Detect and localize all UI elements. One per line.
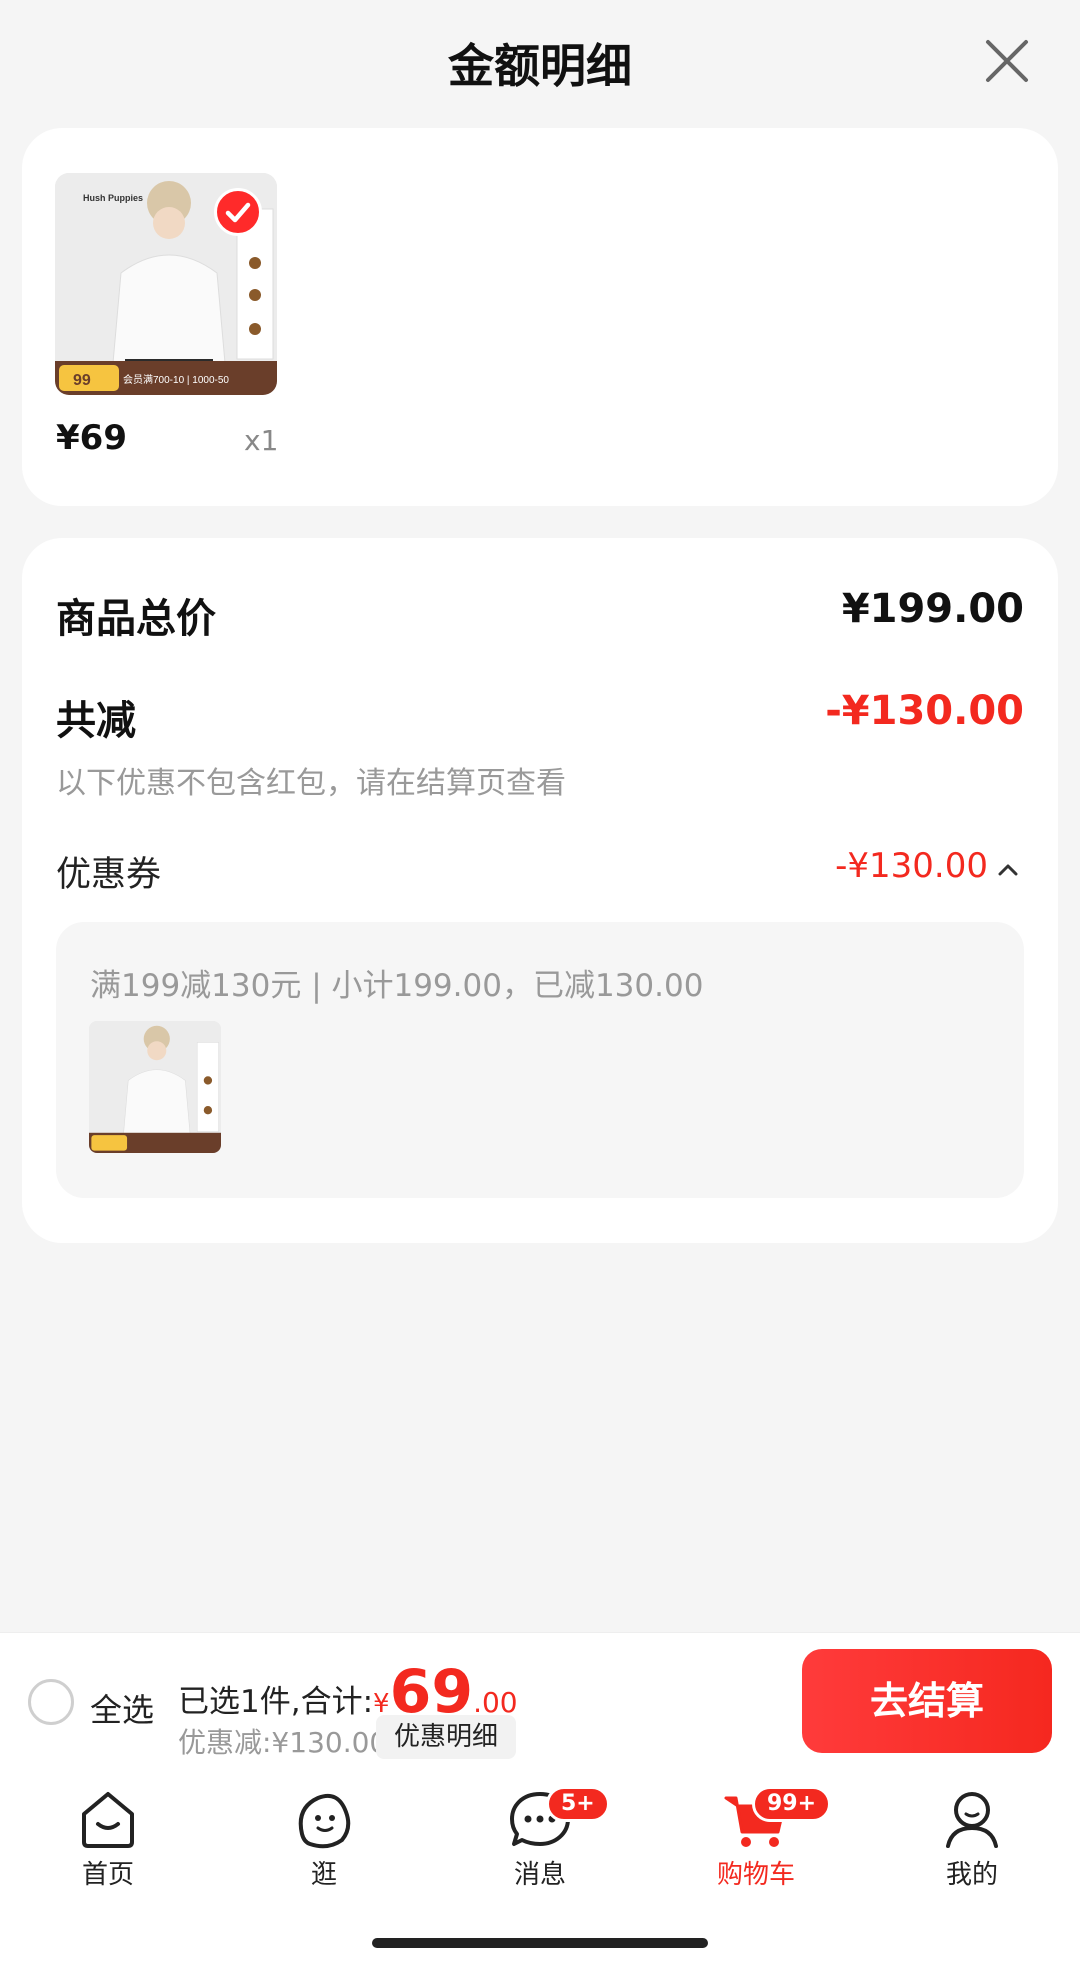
select-all-label[interactable]: 全选 bbox=[90, 1685, 154, 1731]
discount-detail-button[interactable]: 优惠明细 bbox=[376, 1715, 516, 1759]
badge-price: 99 bbox=[73, 372, 91, 389]
total-price-label: 商品总价 bbox=[56, 596, 216, 642]
tab-profile[interactable]: 我的 bbox=[902, 1788, 1042, 1898]
message-badge: 5+ bbox=[546, 1786, 610, 1822]
tab-explore[interactable]: 逛 bbox=[254, 1788, 394, 1898]
coupon-detail-text: 满199减130元 | 小计199.00，已减130.00 bbox=[90, 968, 704, 1004]
coupon-product-image bbox=[89, 1021, 221, 1153]
select-all-radio[interactable] bbox=[28, 1679, 74, 1725]
discount-summary: 优惠减:¥130.00 bbox=[178, 1726, 388, 1759]
tab-label-home: 首页 bbox=[81, 1860, 134, 1890]
total-price-value: ¥199.00 bbox=[841, 586, 1024, 632]
home-icon bbox=[82, 1792, 134, 1848]
product-card: Hush Puppies 99 会员满700-10 | 1000-50 ¥69 … bbox=[22, 128, 1058, 506]
checkout-button[interactable]: 去结算 bbox=[802, 1649, 1052, 1753]
coupon-detail-panel: 满199减130元 | 小计199.00，已减130.00 bbox=[56, 922, 1024, 1198]
tab-messages[interactable]: 5+ 消息 bbox=[470, 1786, 610, 1898]
home-indicator bbox=[372, 1938, 708, 1948]
selected-check-icon[interactable] bbox=[214, 188, 262, 236]
coupon-label[interactable]: 优惠券 bbox=[56, 846, 161, 897]
promo-text: 会员满700-10 | 1000-50 bbox=[123, 373, 229, 386]
reduction-label: 共减 bbox=[56, 698, 136, 744]
checkout-bar: 全选 已选1件,合计:¥69.00 优惠减:¥130.00 优惠明细 去结算 bbox=[0, 1632, 1080, 1772]
brand-logo-text: Hush Puppies bbox=[83, 193, 143, 203]
tab-label-messages: 消息 bbox=[513, 1860, 566, 1890]
selected-count-text: 已选1件,合计: bbox=[178, 1684, 374, 1720]
tab-home[interactable]: 首页 bbox=[38, 1788, 178, 1898]
summary-card: 商品总价 ¥199.00 共减 -¥130.00 以下优惠不包含红包，请在结算页… bbox=[22, 538, 1058, 1243]
profile-icon bbox=[946, 1792, 998, 1848]
tab-label-explore: 逛 bbox=[310, 1860, 337, 1890]
cart-badge: 99+ bbox=[752, 1786, 832, 1822]
product-price: ¥69 bbox=[56, 418, 127, 458]
product-quantity: x1 bbox=[244, 424, 279, 457]
reduction-value: -¥130.00 bbox=[825, 688, 1024, 734]
page-title: 金额明细 bbox=[448, 39, 632, 93]
coupon-value[interactable]: -¥130.00 bbox=[835, 846, 988, 886]
discount-note: 以下优惠不包含红包，请在结算页查看 bbox=[56, 766, 566, 801]
tab-cart[interactable]: 99+ 购物车 bbox=[686, 1786, 832, 1898]
close-icon[interactable] bbox=[982, 36, 1032, 86]
tab-label-profile: 我的 bbox=[945, 1860, 998, 1890]
chevron-up-icon[interactable] bbox=[994, 856, 1022, 884]
tab-label-cart: 购物车 bbox=[716, 1860, 795, 1890]
coupon-product-thumbnail[interactable] bbox=[89, 1021, 221, 1153]
explore-icon bbox=[298, 1793, 351, 1849]
header: 金额明细 bbox=[0, 0, 1080, 125]
